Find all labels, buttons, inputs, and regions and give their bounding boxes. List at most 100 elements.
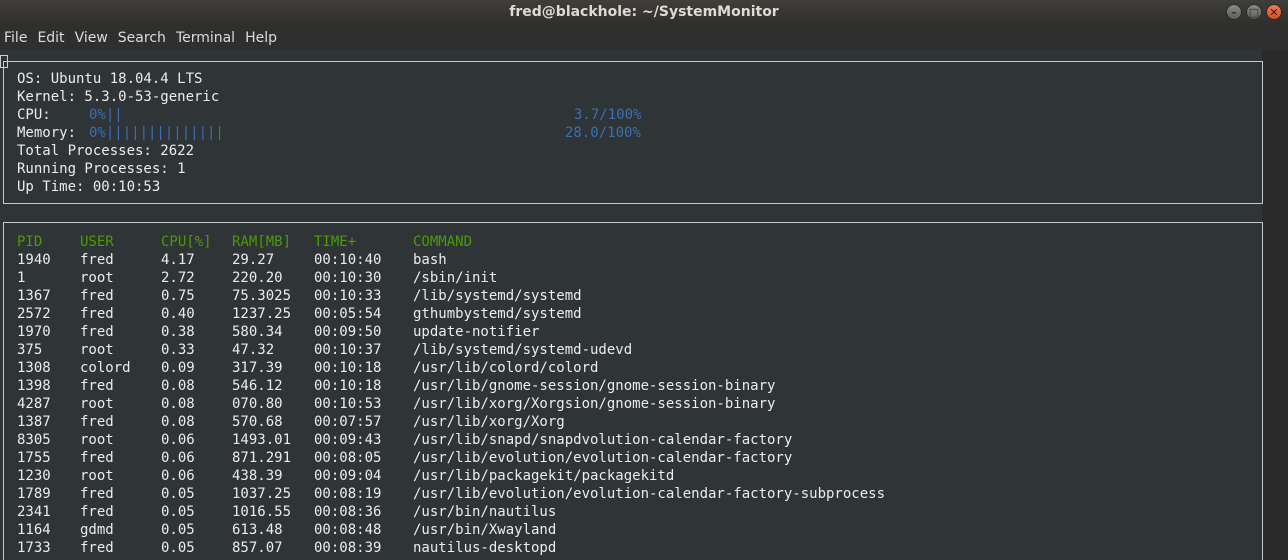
cell-cpu: 2.72 bbox=[161, 270, 195, 286]
system-info-panel: OS: Ubuntu 18.04.4 LTS Kernel: 5.3.0-53-… bbox=[3, 61, 1263, 204]
table-row: 8305 root 0.06 1493.01 00:09:43/usr/lib/snap… bbox=[17, 431, 1217, 449]
cell-cpu: 0.38 bbox=[161, 324, 195, 340]
cell-ram: 871.291 bbox=[232, 450, 292, 466]
header-time: TIME+ bbox=[314, 234, 357, 250]
close-icon[interactable]: ✕ bbox=[1266, 4, 1282, 20]
menu-view[interactable]: View bbox=[71, 30, 114, 46]
cell-user: colord bbox=[80, 360, 131, 376]
memory-usage-bar: 0%|||||||||||||| bbox=[89, 125, 224, 141]
cell-command: nautilus-desktopd bbox=[413, 540, 557, 556]
cell-ram: 070.80 bbox=[232, 396, 283, 412]
cpu-usage-percent: 3.7/100% bbox=[574, 107, 642, 123]
cell-command: /usr/lib/snapd/snapdvolution-calendar-fa… bbox=[413, 432, 793, 448]
cell-command: /lib/systemd/systemd bbox=[413, 288, 582, 304]
cell-cpu: 0.05 bbox=[161, 540, 195, 556]
cell-pid: 375 bbox=[17, 342, 43, 358]
cell-user: fred bbox=[80, 378, 114, 394]
menu-bar: File Edit View Search Terminal Help bbox=[0, 26, 1288, 50]
cell-command: /usr/lib/xorg/Xorg bbox=[413, 414, 565, 430]
table-row: 1387 fred 0.08 570.68 00:07:57/usr/lib/xorg/… bbox=[17, 413, 1217, 431]
cell-ram: 1037.25 bbox=[232, 486, 292, 502]
cell-time: 00:10:30 bbox=[314, 270, 382, 286]
table-row: 4287 root 0.08 070.80 00:10:53/usr/lib/xorg/… bbox=[17, 395, 1217, 413]
cell-ram: 75.3025 bbox=[232, 288, 292, 304]
table-row: 1164 gdmd 0.05 613.48 00:08:48/usr/bin/Xwayl… bbox=[17, 521, 1217, 539]
header-command: COMMAND bbox=[413, 234, 473, 250]
cell-cpu: 0.06 bbox=[161, 450, 195, 466]
process-table-header: PID USER CPU[%] RAM[MB] TIME+ COMMAND bbox=[17, 233, 1217, 251]
menu-terminal[interactable]: Terminal bbox=[172, 30, 241, 46]
cell-user: root bbox=[80, 342, 114, 358]
cell-time: 00:10:37 bbox=[314, 342, 382, 358]
cell-cpu: 0.05 bbox=[161, 486, 195, 502]
cell-cpu: 0.33 bbox=[161, 342, 195, 358]
table-row: 1308 colord 0.09 317.39 00:10:18/usr/lib/col… bbox=[17, 359, 1217, 377]
cell-pid: 1387 bbox=[17, 414, 51, 430]
cell-user: root bbox=[80, 468, 114, 484]
cell-ram: 29.27 bbox=[232, 252, 275, 268]
cell-user: root bbox=[80, 270, 114, 286]
cell-ram: 570.68 bbox=[232, 414, 283, 430]
cell-pid: 2572 bbox=[17, 306, 51, 322]
cell-cpu: 4.17 bbox=[161, 252, 195, 268]
cell-pid: 8305 bbox=[17, 432, 51, 448]
minimize-icon[interactable]: – bbox=[1226, 4, 1242, 20]
running-processes: Running Processes: 1 bbox=[17, 161, 186, 177]
menu-file[interactable]: File bbox=[0, 30, 33, 46]
memory-usage-percent: 28.0/100% bbox=[565, 125, 641, 141]
cell-command: bash bbox=[413, 252, 447, 268]
menu-help[interactable]: Help bbox=[241, 30, 283, 46]
cell-ram: 1237.25 bbox=[232, 306, 292, 322]
cpu-usage-bar: 0%|| bbox=[89, 107, 123, 123]
table-row: 1970 fred 0.38 580.34 00:09:50 update-notifie… bbox=[17, 323, 1217, 341]
cell-time: 00:09:43 bbox=[314, 432, 382, 448]
cell-pid: 1164 bbox=[17, 522, 51, 538]
cell-pid: 1733 bbox=[17, 540, 51, 556]
cell-command: gthumbystemd/systemd bbox=[413, 306, 582, 322]
cell-ram: 857.07 bbox=[232, 540, 283, 556]
cell-command: /sbin/init bbox=[413, 270, 498, 286]
table-row: 2341 fred 0.05 1016.55 00:08:36/usr/bin/naut… bbox=[17, 503, 1217, 521]
table-row: 1789 fred 0.05 1037.25 00:08:19/usr/lib/evol… bbox=[17, 485, 1217, 503]
window-controls: – □ ✕ bbox=[1226, 4, 1282, 20]
cell-time: 00:08:36 bbox=[314, 504, 382, 520]
cell-time: 00:10:40 bbox=[314, 252, 382, 268]
cell-time: 00:10:53 bbox=[314, 396, 382, 412]
cpu-label: CPU: bbox=[17, 107, 51, 123]
cell-cpu: 0.08 bbox=[161, 378, 195, 394]
cell-cpu: 0.06 bbox=[161, 468, 195, 484]
menu-search[interactable]: Search bbox=[114, 30, 172, 46]
table-row: 1755 fred 0.06 871.291 00:08:05/usr/lib/evol… bbox=[17, 449, 1217, 467]
header-user: USER bbox=[80, 234, 114, 250]
cell-pid: 1367 bbox=[17, 288, 51, 304]
cell-time: 00:10:33 bbox=[314, 288, 382, 304]
cell-ram: 613.48 bbox=[232, 522, 283, 538]
cell-user: fred bbox=[80, 486, 114, 502]
cell-user: fred bbox=[80, 306, 114, 322]
cell-cpu: 0.08 bbox=[161, 414, 195, 430]
cell-pid: 1940 bbox=[17, 252, 51, 268]
cell-pid: 4287 bbox=[17, 396, 51, 412]
cell-time: 00:08:19 bbox=[314, 486, 382, 502]
cell-time: 00:08:48 bbox=[314, 522, 382, 538]
terminal-scrollbar[interactable] bbox=[1262, 50, 1288, 560]
cell-user: gdmd bbox=[80, 522, 114, 538]
cell-ram: 1016.55 bbox=[232, 504, 292, 520]
menu-edit[interactable]: Edit bbox=[33, 30, 70, 46]
cell-ram: 1493.01 bbox=[232, 432, 292, 448]
cell-cpu: 0.75 bbox=[161, 288, 195, 304]
cell-user: root bbox=[80, 432, 114, 448]
table-row: 2572 fred 0.40 1237.25 00:05:54 gthumbystemd/… bbox=[17, 305, 1217, 323]
cell-user: fred bbox=[80, 450, 114, 466]
cell-time: 00:10:18 bbox=[314, 378, 382, 394]
cell-command: /lib/systemd/systemd-udevd bbox=[413, 342, 633, 358]
cell-pid: 1755 bbox=[17, 450, 51, 466]
cell-pid: 2341 bbox=[17, 504, 51, 520]
cell-ram: 317.39 bbox=[232, 360, 283, 376]
maximize-icon[interactable]: □ bbox=[1246, 4, 1262, 20]
process-table-panel: PID USER CPU[%] RAM[MB] TIME+ COMMAND 19… bbox=[3, 222, 1263, 560]
cell-ram: 580.34 bbox=[232, 324, 283, 340]
cell-command: /usr/lib/xorg/Xorgsion/gnome-session-bin… bbox=[413, 396, 776, 412]
cell-pid: 1308 bbox=[17, 360, 51, 376]
cell-command: /usr/lib/evolution/evolution-calendar-fa… bbox=[413, 486, 886, 502]
